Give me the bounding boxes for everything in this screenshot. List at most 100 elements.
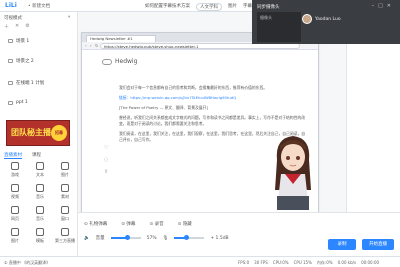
share-icon[interactable]: ⇪ bbox=[104, 169, 108, 175]
mic-slider[interactable] bbox=[174, 235, 205, 240]
close-icon[interactable]: ✕ bbox=[387, 3, 395, 9]
asset-web[interactable]: 网页 bbox=[4, 206, 26, 222]
add-icon[interactable]: ＋ bbox=[4, 23, 9, 30]
status-bar: ① 直播中 《的汉英翻译》 FPS:0 30 FPS CPU:0% CPU 15… bbox=[0, 256, 400, 267]
live-status: ① 直播中 《的汉英翻译》 bbox=[4, 260, 51, 265]
forward-icon[interactable]: › bbox=[90, 43, 92, 48]
camera-preview[interactable]: 摄像头 bbox=[257, 12, 301, 42]
danmaku-toggle[interactable]: ⊙ 弹幕 bbox=[121, 221, 135, 227]
article-link[interactable]: 链接：https://mp.weixin.qq.com/s/Jhn7StEhcd… bbox=[119, 95, 307, 101]
app-logo: LiLi bbox=[5, 2, 17, 9]
volume-knob[interactable] bbox=[125, 235, 131, 240]
picture-icon bbox=[11, 228, 19, 236]
asset-grid: 游戏 文本 图片 视频 音乐 素材 网页 音乐 窗口 图片 模板 第三方直播 bbox=[4, 162, 76, 244]
nav-item-image[interactable]: 图片 bbox=[228, 3, 237, 11]
start-live-button[interactable]: 开始直播 bbox=[362, 239, 394, 250]
document-title[interactable]: • 新建文档 bbox=[28, 3, 50, 9]
refresh-icon[interactable]: ↻ bbox=[95, 43, 98, 48]
scene-item[interactable]: ppt 1 bbox=[8, 100, 28, 105]
scene-label: 在线端 1 计划 bbox=[16, 81, 45, 86]
scene-icon bbox=[8, 59, 13, 63]
control-toggles: ⊙ 礼物弹幕 ⊙ 弹幕 ⊙ 录音 ⊙ 隐藏 bbox=[84, 221, 192, 227]
nav-item-tag[interactable]: 人文学科 bbox=[196, 3, 222, 11]
third-party-icon bbox=[61, 228, 69, 236]
asset-music[interactable]: 音乐 bbox=[29, 184, 51, 200]
nav-item-topic[interactable]: 如何配置字幕技术方案 bbox=[145, 3, 190, 11]
metric-bandwidth: 0.00 kb/s bbox=[337, 260, 357, 265]
asset-image[interactable]: 图片 bbox=[54, 162, 76, 178]
text-icon bbox=[36, 162, 44, 170]
mode-label[interactable]: 可视模式 bbox=[4, 15, 22, 21]
maximize-icon[interactable]: □ bbox=[378, 3, 387, 9]
site-name: Hedwig bbox=[115, 58, 138, 65]
asset-material[interactable]: 素材 bbox=[54, 184, 76, 200]
volume-label: 音量 bbox=[95, 236, 105, 241]
overlay-window-controls: –□✕ bbox=[372, 3, 395, 9]
asset-window[interactable]: 窗口 bbox=[54, 206, 76, 222]
mic-knob[interactable] bbox=[183, 235, 189, 240]
asset-audio[interactable]: 音乐 bbox=[29, 206, 51, 222]
overlay-title: 同步摄像头 bbox=[257, 5, 280, 10]
banner-badge: 招募 bbox=[51, 125, 67, 141]
metric-cpu: CPU:0% bbox=[272, 260, 289, 265]
asset-third-party[interactable]: 第三方直播 bbox=[54, 228, 76, 244]
metric-duration: 00:00:00 bbox=[361, 260, 380, 265]
metric-cpu-total: CPU 15% bbox=[293, 260, 312, 265]
audio-controls: 🔈 音量 57% 🎙 + 1.5dB bbox=[84, 235, 229, 241]
mic-icon[interactable]: 🎙 bbox=[163, 236, 169, 241]
gift-danmaku-toggle[interactable]: ⊙ 礼物弹幕 bbox=[84, 221, 107, 227]
scene-label: ppt 1 bbox=[16, 100, 28, 105]
scene-item[interactable]: 在线端 1 计划 bbox=[8, 80, 44, 86]
speaker-icon[interactable]: 🔈 bbox=[84, 236, 90, 241]
article-paragraph: 我们会对于每一个信息都有自己的思考和判断，会搜集最好的东西，推荐有价值的东西。 bbox=[119, 85, 268, 90]
mic-gain-value: + 1.5dB bbox=[210, 235, 229, 241]
audio-icon bbox=[36, 206, 44, 214]
scene-icon bbox=[8, 81, 13, 85]
user-chip[interactable]: Yaodan Luo bbox=[302, 14, 341, 24]
template-icon bbox=[36, 228, 44, 236]
scene-item[interactable]: 场景之 2 bbox=[8, 58, 34, 64]
settings-icon[interactable]: ⚙ bbox=[25, 23, 29, 30]
delete-icon[interactable]: ✕ bbox=[15, 23, 19, 30]
virtual-avatar[interactable] bbox=[263, 130, 323, 216]
nav-item-subtitle[interactable]: 字幕 bbox=[243, 3, 252, 11]
video-icon bbox=[11, 184, 19, 192]
asset-text[interactable]: 文本 bbox=[29, 162, 51, 178]
heart-icon[interactable]: ♡ bbox=[104, 145, 108, 151]
tab-live-assets[interactable]: 直播素材 bbox=[4, 152, 22, 159]
web-icon bbox=[11, 206, 19, 214]
metric-fps: FPS:0 bbox=[238, 260, 250, 265]
chevron-down-icon[interactable]: ▾ bbox=[68, 15, 70, 20]
metric-target-fps: 30 FPS bbox=[254, 260, 268, 265]
scene-label: 场景 1 bbox=[16, 39, 30, 44]
article-side-actions: ♡ ◌ ⇪ bbox=[104, 145, 108, 175]
scene-label: 场景之 2 bbox=[16, 59, 34, 64]
asset-picture[interactable]: 图片 bbox=[4, 228, 26, 244]
promo-banner[interactable]: 团队秘主播 招募 bbox=[6, 120, 70, 146]
asset-game[interactable]: 游戏 bbox=[4, 162, 26, 178]
article-paragraph: 曾经说，听我们之间关系都变成文字格式的问题。写作和读书之间都是差异。事实上，写作… bbox=[119, 115, 306, 126]
record-button[interactable]: 录制 bbox=[328, 239, 356, 250]
left-sidebar: 可视模式 ▾ ＋ ✕ ⚙ 场景 1 场景之 2 在线端 1 计划 ppt 1 团… bbox=[0, 12, 78, 256]
top-nav: 如何配置字幕技术方案 人文学科 图片 字幕 设置 bbox=[145, 3, 267, 11]
hide-toggle[interactable]: ⊙ 隐藏 bbox=[178, 221, 192, 227]
metric-memory: 内存:0% bbox=[316, 260, 333, 265]
material-icon bbox=[61, 184, 69, 192]
site-logo[interactable]: Hedwig bbox=[102, 58, 137, 65]
volume-slider[interactable] bbox=[110, 235, 141, 240]
user-name: Yaodan Luo bbox=[315, 16, 341, 22]
asset-template[interactable]: 模板 bbox=[29, 228, 51, 244]
image-icon bbox=[61, 162, 69, 170]
record-toggle[interactable]: ⊙ 录音 bbox=[149, 221, 163, 227]
asset-video[interactable]: 视频 bbox=[4, 184, 26, 200]
window-icon bbox=[61, 206, 69, 214]
back-icon[interactable]: ‹ bbox=[85, 43, 87, 48]
scene-icon bbox=[8, 39, 13, 43]
browser-tab[interactable]: Hedwig Newsletter #1 bbox=[86, 35, 156, 42]
comment-icon[interactable]: ◌ bbox=[104, 157, 108, 163]
tab-course[interactable]: 课程 bbox=[32, 152, 41, 159]
scene-icon bbox=[8, 100, 13, 105]
scene-item[interactable]: 场景 1 bbox=[8, 38, 29, 44]
performance-metrics: FPS:0 30 FPS CPU:0% CPU 15% 内存:0% 0.00 k… bbox=[238, 260, 379, 266]
camera-sync-overlay: 同步摄像头 –□✕ 摄像头 Yaodan Luo bbox=[252, 0, 400, 44]
